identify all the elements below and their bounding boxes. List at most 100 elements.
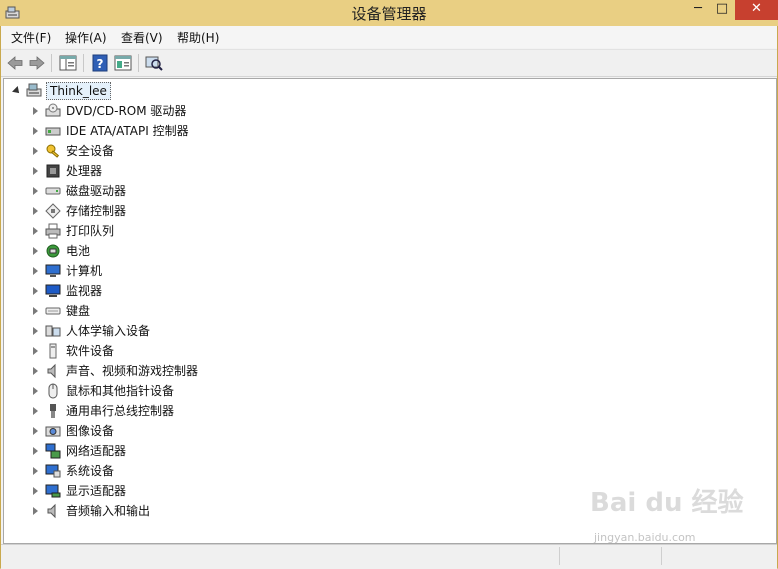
tree-item[interactable]: 系统设备 (4, 461, 264, 481)
tree-item-label: 存储控制器 (66, 204, 127, 218)
tree-item[interactable]: 软件设备 (4, 341, 264, 361)
tree-item-label: IDE ATA/ATAPI 控制器 (66, 124, 189, 138)
minimize-button[interactable]: ─ (687, 0, 709, 20)
back-arrow-icon[interactable] (5, 53, 25, 73)
baidu-watermark: Bai du 经验 (590, 488, 744, 518)
tree-item-label: 人体学输入设备 (66, 324, 151, 338)
tree-item-label: 图像设备 (66, 424, 115, 438)
expand-arrow-icon[interactable] (33, 507, 38, 515)
tree-item-label: 软件设备 (66, 344, 115, 358)
tree-item[interactable]: 图像设备 (4, 421, 264, 441)
tree-item[interactable]: 存储控制器 (4, 201, 264, 221)
expand-arrow-icon[interactable] (33, 467, 38, 475)
tree-item[interactable]: 声音、视频和游戏控制器 (4, 361, 264, 381)
tree-item[interactable]: 鼠标和其他指针设备 (4, 381, 264, 401)
tree-item-label: 打印队列 (66, 224, 115, 238)
expand-arrow-icon[interactable] (33, 427, 38, 435)
tree-item[interactable]: IDE ATA/ATAPI 控制器 (4, 121, 264, 141)
tree-root-node[interactable]: Think_lee (4, 81, 134, 101)
expand-arrow-icon[interactable] (33, 287, 38, 295)
mouse-icon (48, 383, 58, 399)
menu-file[interactable]: 文件(F) (11, 29, 51, 46)
ide-controller-icon (45, 127, 61, 136)
tree-item[interactable]: 网络适配器 (4, 441, 264, 461)
menu-bar: 文件(F) 操作(A) 查看(V) 帮助(H) (1, 26, 777, 48)
tree-item-label: 处理器 (66, 164, 103, 178)
processor-icon (46, 164, 60, 178)
maximize-button[interactable]: □ (711, 0, 733, 20)
expand-arrow-icon[interactable] (33, 367, 38, 375)
tree-item-label: 网络适配器 (66, 444, 127, 458)
software-device-icon (49, 343, 57, 359)
status-divider (661, 547, 662, 565)
tree-item-label: 显示适配器 (66, 484, 127, 498)
expand-arrow-icon[interactable] (33, 147, 38, 155)
tree-item[interactable]: 处理器 (4, 161, 264, 181)
tree-item[interactable]: DVD/CD-ROM 驱动器 (4, 101, 264, 121)
expand-arrow-icon[interactable] (33, 187, 38, 195)
menu-help[interactable]: 帮助(H) (177, 29, 219, 46)
expand-arrow-icon[interactable] (33, 347, 38, 355)
tree-item-label: 音频输入和输出 (66, 504, 151, 518)
usb-icon (50, 404, 56, 418)
tree-item-label: 安全设备 (66, 144, 115, 158)
expand-arrow-icon[interactable] (33, 327, 38, 335)
tree-item-label: 电池 (66, 244, 91, 258)
title-bar[interactable]: 设备管理器 ─ □ ✕ (0, 0, 778, 26)
tree-item[interactable]: 显示适配器 (4, 481, 264, 501)
menu-view[interactable]: 查看(V) (121, 29, 163, 46)
tree-item[interactable]: 通用串行总线控制器 (4, 401, 264, 421)
toolbar-separator (51, 54, 52, 72)
tree-item[interactable]: 监视器 (4, 281, 264, 301)
tree-item[interactable]: 安全设备 (4, 141, 264, 161)
tree-item[interactable]: 计算机 (4, 261, 264, 281)
tree-item[interactable]: 磁盘驱动器 (4, 181, 264, 201)
expand-arrow-icon[interactable] (33, 447, 38, 455)
expand-arrow-icon[interactable] (33, 207, 38, 215)
close-button[interactable]: ✕ (735, 0, 778, 20)
tree-item[interactable]: 打印队列 (4, 221, 264, 241)
expand-arrow-icon[interactable] (33, 167, 38, 175)
disk-drive-icon (45, 187, 61, 195)
tree-item[interactable]: 人体学输入设备 (4, 321, 264, 341)
tree-item[interactable]: 音频输入和输出 (4, 501, 264, 521)
forward-arrow-icon[interactable] (27, 53, 47, 73)
toolbar: ? (1, 49, 777, 77)
tree-item[interactable]: 键盘 (4, 301, 264, 321)
camera-icon (45, 426, 61, 437)
expand-arrow-icon[interactable] (33, 227, 38, 235)
expand-arrow-icon[interactable] (33, 407, 38, 415)
properties-icon[interactable] (113, 53, 133, 73)
hid-icon (45, 325, 61, 337)
show-hide-console-tree-icon[interactable] (58, 53, 78, 73)
tree-item-label: 磁盘驱动器 (66, 184, 127, 198)
expand-arrow-icon[interactable] (33, 247, 38, 255)
computer-icon (45, 264, 61, 277)
tree-item-label: 监视器 (66, 284, 103, 298)
help-icon[interactable]: ? (90, 53, 110, 73)
expand-arrow-icon[interactable] (33, 107, 38, 115)
tree-item-label: 系统设备 (66, 464, 115, 478)
toolbar-separator (83, 54, 84, 72)
expand-arrow-icon[interactable] (33, 387, 38, 395)
printer-icon (45, 223, 61, 239)
tree-item-label: 声音、视频和游戏控制器 (66, 364, 199, 378)
system-device-icon (45, 464, 61, 478)
expand-arrow-icon[interactable] (33, 267, 38, 275)
monitor-icon (45, 284, 61, 297)
expand-arrow-icon[interactable] (33, 307, 38, 315)
tree-item-label: 计算机 (66, 264, 103, 278)
expand-arrow-icon[interactable] (33, 487, 38, 495)
expand-arrow-icon[interactable] (33, 127, 38, 135)
status-bar (1, 544, 777, 569)
device-tree[interactable]: Think_lee DVD/CD-ROM 驱动器 IDE ATA/ATAPI 控制… (3, 78, 777, 544)
collapse-arrow-icon[interactable] (12, 86, 22, 96)
menu-action[interactable]: 操作(A) (65, 29, 107, 46)
tree-item-label: DVD/CD-ROM 驱动器 (66, 104, 187, 118)
tree-item[interactable]: 电池 (4, 241, 264, 261)
toolbar-separator (138, 54, 139, 72)
battery-icon (46, 244, 60, 258)
scan-hardware-changes-icon[interactable] (144, 53, 164, 73)
tree-root-label: Think_lee (46, 82, 111, 100)
speaker-icon (47, 363, 56, 379)
